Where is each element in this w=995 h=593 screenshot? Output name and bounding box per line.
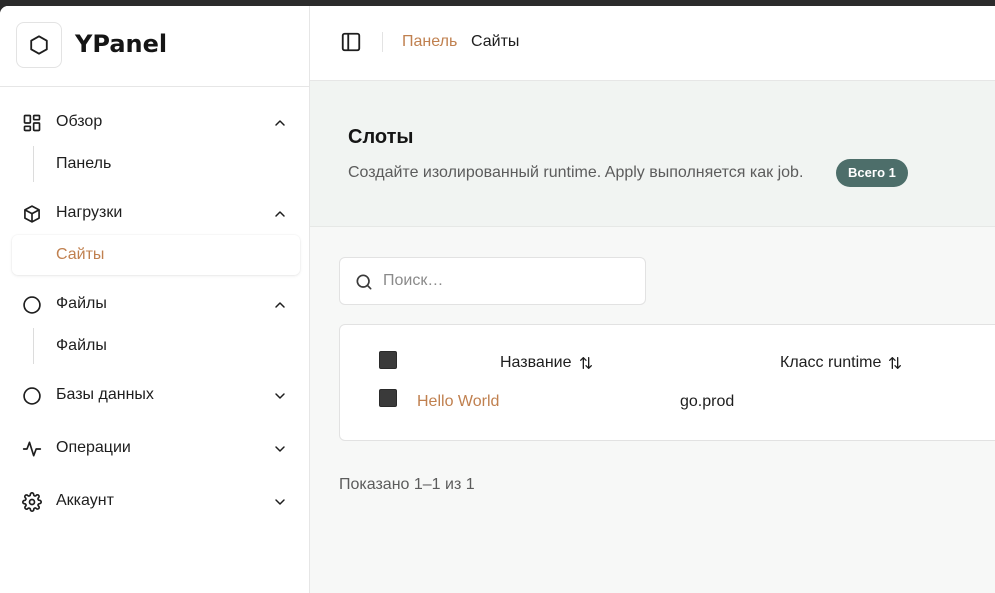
slot-name-link[interactable]: Hello World [417, 393, 499, 411]
chevron-up-icon [275, 302, 285, 308]
topbar: Панель Сайты [310, 6, 995, 81]
sidebar-group-label: Файлы [56, 295, 107, 312]
chevron-up-icon [275, 120, 285, 126]
sidebar-item-panel[interactable]: Панель [12, 144, 300, 184]
column-header-name[interactable]: Название [500, 354, 594, 372]
chevron-down-icon [275, 393, 285, 399]
sidebar-item-label: Файлы [56, 337, 107, 354]
runtime-class-cell: go.prod [680, 393, 735, 410]
search-box[interactable] [339, 257, 646, 305]
column-header-runtime-class[interactable]: Класс runtime [780, 354, 903, 372]
sidebar-item-label: Панель [56, 155, 112, 172]
chevron-down-icon [275, 446, 285, 452]
chevron-down-icon [275, 499, 285, 505]
search-icon [356, 274, 372, 290]
topbar-divider [382, 32, 383, 52]
sidebar-item-label: Сайты [56, 246, 105, 263]
sidebar-group-label: Нагрузки [56, 204, 123, 221]
dashboard-grid-icon [22, 113, 42, 133]
column-header-label: Класс runtime [780, 354, 882, 371]
sidebar-group-operations[interactable]: Операции [12, 429, 300, 469]
sidebar-group-account[interactable]: Аккаунт [12, 482, 300, 522]
select-all-checkbox[interactable] [379, 351, 397, 369]
app-window: YPanel Обзор Панель Нагрузки Сайты Файлы… [0, 6, 995, 593]
sort-arrows-icon [889, 357, 902, 369]
sort-arrows-icon [579, 357, 592, 369]
breadcrumb-current: Сайты [471, 33, 520, 50]
gear-icon [22, 492, 42, 512]
cube-icon [22, 204, 42, 224]
sidebar-group-workloads[interactable]: Нагрузки [12, 194, 300, 234]
hexagon-icon [30, 35, 48, 55]
sidebar-group-label: Обзор [56, 113, 103, 130]
total-count-badge: Всего 1 [836, 159, 908, 187]
page-title: Слоты [348, 126, 414, 148]
brand-logo[interactable] [16, 22, 62, 68]
search-input[interactable] [383, 266, 633, 296]
sidebar-group-label: Аккаунт [56, 492, 114, 509]
breadcrumb-panel-link[interactable]: Панель [402, 33, 457, 51]
activity-pulse-icon [22, 439, 42, 459]
sidebar: YPanel Обзор Панель Нагрузки Сайты Файлы… [0, 6, 310, 593]
sidebar-group-label: Базы данных [56, 386, 154, 403]
chevron-up-icon [275, 211, 285, 217]
brand-header: YPanel [0, 6, 309, 87]
pagination-summary: Показано 1–1 из 1 [339, 476, 475, 493]
circle-icon [22, 386, 42, 406]
page-header: Слоты Создайте изолированный runtime. Ap… [310, 81, 995, 227]
brand-name: YPanel [75, 30, 168, 58]
circle-icon [22, 295, 42, 315]
row-checkbox[interactable] [379, 389, 397, 407]
page-description: Создайте изолированный runtime. Apply вы… [348, 164, 804, 181]
sidebar-toggle-icon[interactable] [340, 31, 362, 53]
column-header-label: Название [500, 354, 572, 371]
slots-table: Название Класс runtime Hello World go.pr… [339, 324, 995, 441]
sidebar-group-overview[interactable]: Обзор [12, 103, 300, 143]
sidebar-item-sites[interactable]: Сайты [12, 235, 300, 275]
sidebar-group-label: Операции [56, 439, 131, 456]
sidebar-group-databases[interactable]: Базы данных [12, 376, 300, 416]
main-content: Панель Сайты Слоты Создайте изолированны… [310, 6, 995, 593]
sidebar-item-files[interactable]: Файлы [12, 326, 300, 366]
sidebar-group-files[interactable]: Файлы [12, 285, 300, 325]
